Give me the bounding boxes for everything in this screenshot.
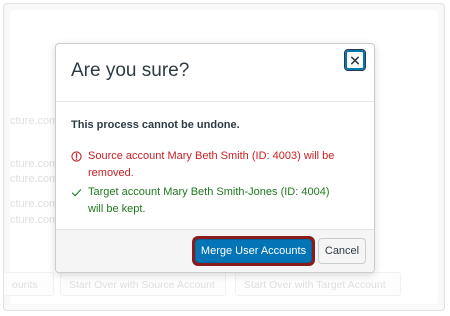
warning-circle-icon xyxy=(71,151,82,162)
close-button[interactable] xyxy=(344,49,366,71)
warning-text: This process cannot be undone. xyxy=(71,119,240,131)
merge-user-accounts-button[interactable]: Merge User Accounts xyxy=(195,239,312,263)
removal-message-text: Source account Mary Beth Smith (ID: 4003… xyxy=(88,150,335,179)
checkmark-icon xyxy=(71,189,82,197)
confirm-dialog: Are you sure? This process cannot be und… xyxy=(55,43,375,273)
dialog-header: Are you sure? xyxy=(56,44,374,102)
close-icon xyxy=(351,56,359,64)
merge-button-highlight: Merge User Accounts xyxy=(192,236,315,266)
cancel-button[interactable]: Cancel xyxy=(318,238,366,264)
dialog-footer: Merge User Accounts Cancel xyxy=(56,229,374,272)
dialog-title: Are you sure? xyxy=(71,60,190,81)
kept-message-text: Target account Mary Beth Smith-Jones (ID… xyxy=(88,186,330,215)
